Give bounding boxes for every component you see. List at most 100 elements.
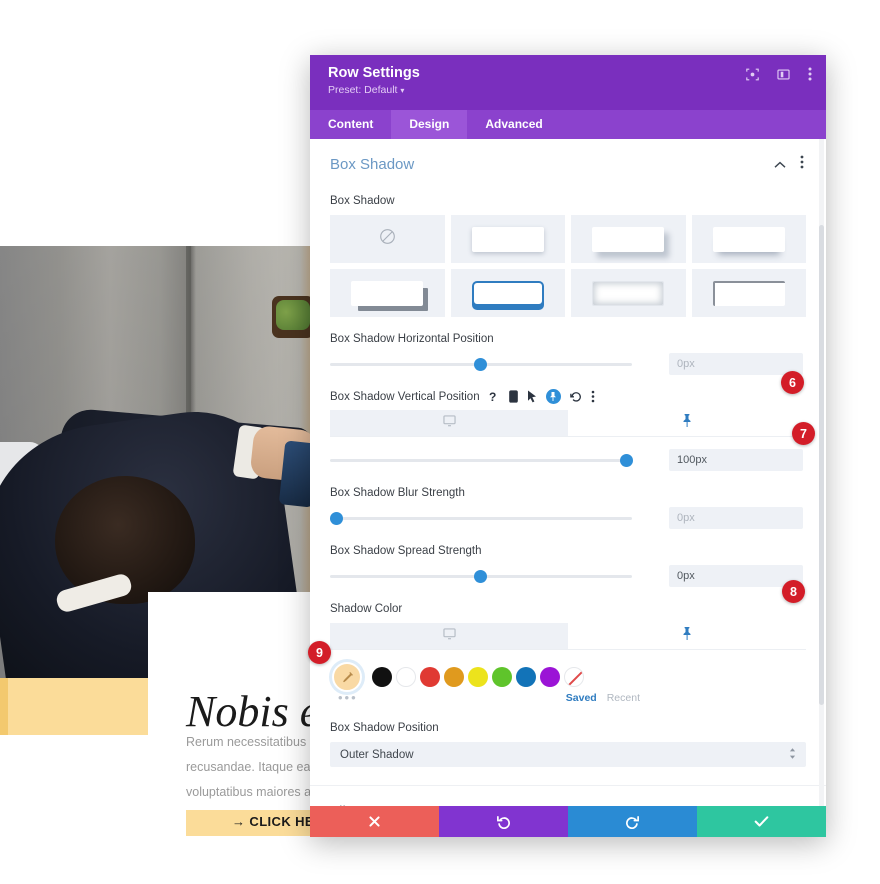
recent-colors-tab[interactable]: Recent bbox=[607, 692, 640, 704]
blur-strength-slider[interactable] bbox=[330, 510, 632, 526]
filters-section-header[interactable]: Filters bbox=[310, 786, 826, 807]
split-layout-icon[interactable] bbox=[777, 68, 790, 81]
chevron-down-icon[interactable] bbox=[792, 802, 804, 806]
tab-advanced[interactable]: Advanced bbox=[467, 110, 560, 139]
horizontal-position-label: Box Shadow Horizontal Position bbox=[330, 333, 494, 345]
monitor-icon bbox=[442, 627, 456, 645]
horizontal-position-value[interactable]: 0px bbox=[669, 353, 803, 375]
scrollbar-thumb[interactable] bbox=[819, 225, 824, 705]
callout-badge-8: 8 bbox=[782, 580, 805, 603]
pin-active-icon[interactable] bbox=[545, 389, 561, 404]
mobile-icon[interactable] bbox=[508, 390, 518, 403]
modal-tabs: Content Design Advanced bbox=[310, 110, 826, 139]
photo-plant bbox=[272, 296, 314, 338]
pin-icon bbox=[682, 414, 692, 432]
blur-strength-value[interactable]: 0px bbox=[669, 507, 803, 529]
chevron-up-icon[interactable] bbox=[774, 156, 786, 174]
swatch-orange[interactable] bbox=[444, 667, 464, 687]
reset-icon[interactable] bbox=[569, 391, 582, 403]
swatch-black[interactable] bbox=[372, 667, 392, 687]
preset-swatch bbox=[471, 280, 544, 306]
preset-none[interactable] bbox=[330, 215, 445, 263]
section-actions bbox=[774, 155, 804, 174]
desktop-tab[interactable] bbox=[330, 410, 568, 436]
preset-swatch bbox=[592, 226, 665, 252]
preset-swatch bbox=[592, 280, 665, 306]
shadow-position-field: Box Shadow Position Outer Shadow bbox=[310, 722, 826, 767]
blur-strength-field: Box Shadow Blur Strength 0px bbox=[310, 487, 826, 529]
preset-offset-bottom-right[interactable] bbox=[571, 215, 686, 263]
shadow-position-value: Outer Shadow bbox=[340, 748, 414, 761]
preset-swatch bbox=[471, 226, 544, 252]
undo-button[interactable] bbox=[439, 806, 568, 837]
preset-soft-bottom[interactable] bbox=[450, 215, 565, 263]
cancel-button[interactable] bbox=[310, 806, 439, 837]
modal-title: Row Settings bbox=[328, 65, 420, 81]
callout-badge-9: 9 bbox=[308, 641, 331, 664]
swatch-yellow[interactable] bbox=[468, 667, 488, 687]
preset-outlined-blue-selected[interactable] bbox=[450, 269, 565, 317]
horizontal-position-control: 0px bbox=[330, 353, 806, 375]
help-icon[interactable]: ? bbox=[489, 390, 500, 403]
target-expand-icon[interactable] bbox=[746, 68, 759, 81]
no-shadow-icon bbox=[379, 228, 396, 250]
callout-badge-6: 6 bbox=[781, 371, 804, 394]
desktop-tab[interactable] bbox=[330, 623, 568, 649]
eyedropper-icon[interactable] bbox=[332, 662, 362, 692]
swatch-transparent[interactable] bbox=[564, 667, 584, 687]
vertical-position-label-row: Box Shadow Vertical Position ? bbox=[330, 389, 806, 404]
box-shadow-preset-grid bbox=[330, 215, 806, 317]
pin-icon bbox=[682, 627, 692, 645]
color-swatch-row bbox=[330, 662, 806, 692]
row-settings-modal: Row Settings Preset: Default ▾ Content D… bbox=[310, 55, 826, 837]
saved-colors-tab[interactable]: Saved bbox=[566, 692, 597, 704]
preset-hard-offset[interactable] bbox=[330, 269, 445, 317]
overflow-menu-icon[interactable] bbox=[800, 155, 804, 174]
overflow-menu-icon[interactable] bbox=[808, 67, 812, 81]
preset-flat-bottom[interactable] bbox=[691, 215, 806, 263]
preset-swatch bbox=[712, 280, 785, 306]
swatch-white[interactable] bbox=[396, 667, 416, 687]
preset-swatch bbox=[351, 280, 424, 306]
blur-strength-label: Box Shadow Blur Strength bbox=[330, 487, 465, 499]
svg-text:?: ? bbox=[489, 390, 496, 403]
horizontal-position-slider[interactable] bbox=[330, 356, 632, 372]
vertical-position-slider[interactable] bbox=[330, 452, 633, 468]
slider-knob[interactable] bbox=[474, 570, 487, 583]
slider-knob[interactable] bbox=[620, 454, 633, 467]
callout-badge-7: 7 bbox=[792, 422, 815, 445]
modal-footer bbox=[310, 806, 826, 837]
vertical-position-label: Box Shadow Vertical Position bbox=[330, 390, 480, 403]
preset-selector[interactable]: Preset: Default ▾ bbox=[328, 84, 808, 96]
overflow-menu-icon[interactable] bbox=[591, 390, 595, 403]
hover-cursor-icon[interactable] bbox=[527, 390, 537, 403]
spread-strength-slider[interactable] bbox=[330, 568, 632, 584]
save-button[interactable] bbox=[697, 806, 826, 837]
slider-knob[interactable] bbox=[474, 358, 487, 371]
section-title: Box Shadow bbox=[330, 156, 415, 173]
pin-tab[interactable] bbox=[568, 410, 806, 436]
chevron-down-icon: ▾ bbox=[400, 86, 405, 95]
swatch-purple[interactable] bbox=[540, 667, 560, 687]
spread-strength-value[interactable]: 0px bbox=[669, 565, 803, 587]
redo-button[interactable] bbox=[568, 806, 697, 837]
tab-design[interactable]: Design bbox=[391, 110, 468, 139]
box-shadow-field: Box Shadow bbox=[310, 195, 826, 317]
preset-label: Preset: Default bbox=[328, 84, 398, 96]
header-icon-group bbox=[746, 67, 812, 81]
slider-knob[interactable] bbox=[330, 512, 343, 525]
swatch-red[interactable] bbox=[420, 667, 440, 687]
preset-swatch bbox=[712, 226, 785, 252]
shadow-position-label: Box Shadow Position bbox=[330, 722, 439, 734]
vertical-position-field: Box Shadow Vertical Position ? 100px bbox=[310, 389, 826, 471]
tab-content[interactable]: Content bbox=[310, 110, 391, 139]
pin-tab[interactable] bbox=[568, 623, 806, 649]
vertical-position-value[interactable]: 100px bbox=[669, 449, 803, 471]
swatch-green[interactable] bbox=[492, 667, 512, 687]
preset-inner-glow[interactable] bbox=[571, 269, 686, 317]
screenshot-root: Nobis est Rerum necessitatibus saep recu… bbox=[0, 0, 880, 884]
box-shadow-section-header[interactable]: Box Shadow bbox=[310, 139, 826, 186]
swatch-blue[interactable] bbox=[516, 667, 536, 687]
shadow-position-select[interactable]: Outer Shadow bbox=[330, 742, 806, 767]
preset-top-left-border[interactable] bbox=[691, 269, 806, 317]
